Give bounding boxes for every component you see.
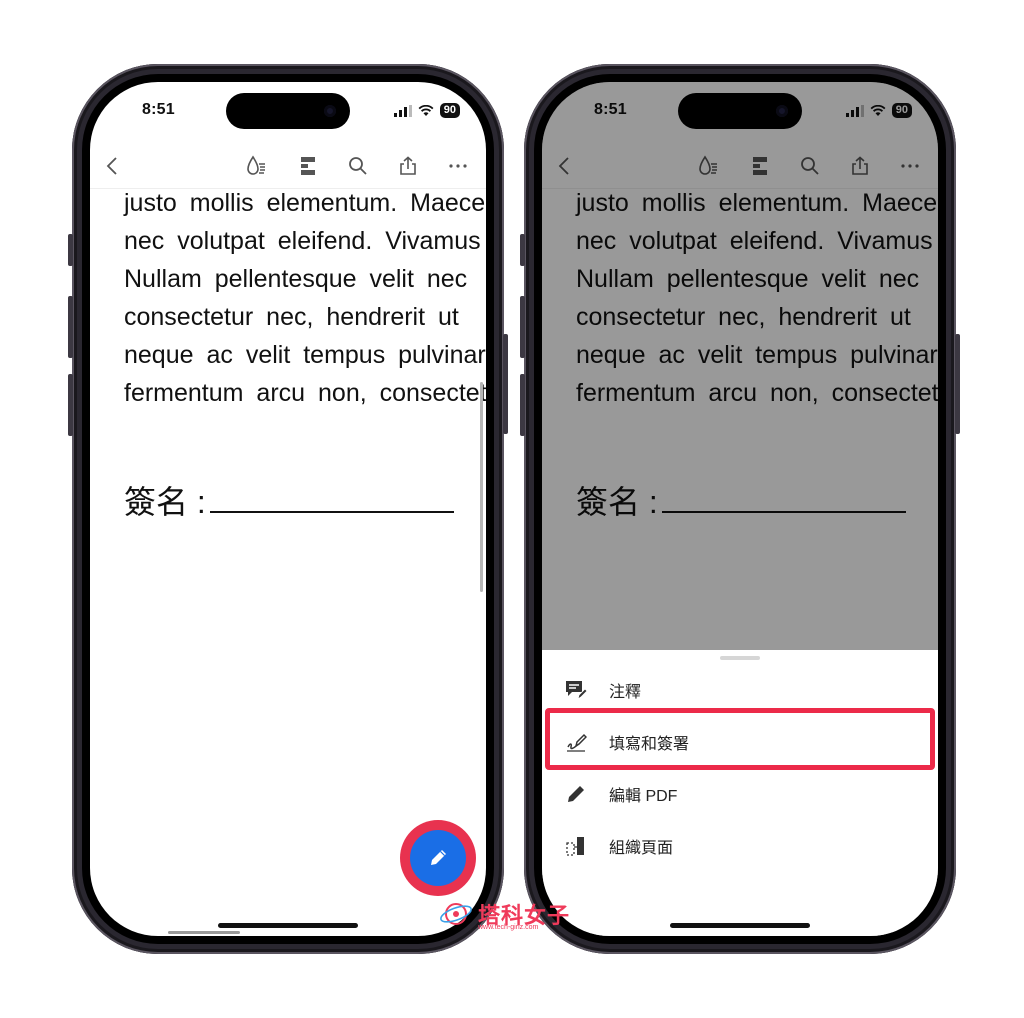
menu-label: 注釋 [609, 684, 642, 701]
pdf-text-line: Nullam pellentesque velit nec [124, 265, 468, 293]
menu-label: 組織頁面 [609, 840, 674, 857]
search-icon[interactable] [346, 154, 370, 178]
volume-up-button [68, 296, 73, 358]
pdf-text-block: justo mollis elementum. Maecenas nec vol… [124, 184, 486, 412]
organize-pages-icon [564, 834, 588, 858]
status-icons: 90 [393, 103, 460, 118]
volume-down-button [520, 374, 525, 436]
scrollbar[interactable] [480, 382, 483, 592]
page-layout-icon[interactable] [296, 154, 320, 178]
share-icon[interactable] [396, 154, 420, 178]
liquid-mode-icon[interactable] [244, 154, 268, 178]
power-button [955, 334, 960, 434]
pencil-icon [564, 782, 588, 806]
signature-line[interactable] [209, 483, 454, 513]
screen-right: 8:51 90 justo mollis elementum. Maecenas… [542, 82, 938, 936]
camera-icon [324, 105, 336, 117]
pdf-text-line: justo mollis elementum. Maecenas [124, 189, 486, 217]
phone-right: 8:51 90 justo mollis elementum. Maecenas… [520, 64, 960, 954]
more-options-icon[interactable] [446, 154, 470, 178]
power-button [503, 334, 508, 434]
signature-label: 簽名 : [124, 484, 206, 520]
wifi-icon [418, 104, 434, 116]
menu-item-edit-pdf[interactable]: 編輯 PDF [542, 770, 938, 818]
pdf-text-line: fermentum arcu non, consectetur [124, 379, 486, 407]
edit-menu-sheet: 注釋 填寫和簽署 編輯 PDF 組織頁面 [542, 650, 938, 936]
pdf-text-line: neque ac velit tempus pulvinar [124, 341, 486, 369]
status-time: 8:51 [142, 101, 175, 118]
camera-icon [776, 105, 788, 117]
menu-item-comment[interactable]: 注釋 [542, 666, 938, 714]
watermark-url: www.tech-girlz.com [478, 924, 539, 931]
dynamic-island [678, 93, 802, 129]
watermark-logo-icon [440, 903, 472, 925]
volume-down-button [68, 374, 73, 436]
edit-fab-button[interactable] [410, 830, 466, 886]
watermark: 塔科女子 www.tech-girlz.com [438, 896, 569, 937]
action-button [68, 234, 73, 266]
screen-left: 8:51 90 justo mollis elementum. Maecenas… [90, 82, 486, 936]
phone-left: 8:51 90 justo mollis elementum. Maecenas… [68, 64, 508, 954]
cellular-signal-icon [393, 104, 412, 117]
sheet-handle[interactable] [720, 656, 760, 660]
battery-badge: 90 [439, 103, 460, 118]
pdf-text-line: nec volutpat eleifend. Vivamus [124, 227, 481, 255]
comment-pen-icon [564, 678, 588, 702]
home-indicator[interactable] [670, 923, 810, 928]
pdf-toolbar [90, 144, 486, 186]
menu-label: 編輯 PDF [609, 788, 678, 805]
signature-field: 簽名 : [124, 477, 454, 523]
menu-item-organize-pages[interactable]: 組織頁面 [542, 822, 938, 870]
page-indicator [168, 931, 240, 934]
pdf-text-line: consectetur nec, hendrerit ut [124, 303, 459, 331]
pencil-icon [431, 850, 446, 865]
home-indicator[interactable] [218, 923, 358, 928]
action-button [520, 234, 525, 266]
dynamic-island [226, 93, 350, 129]
fab-highlight [400, 820, 476, 896]
volume-up-button [520, 296, 525, 358]
fill-and-sign-highlight [545, 708, 935, 770]
back-chevron-icon[interactable] [100, 154, 124, 178]
